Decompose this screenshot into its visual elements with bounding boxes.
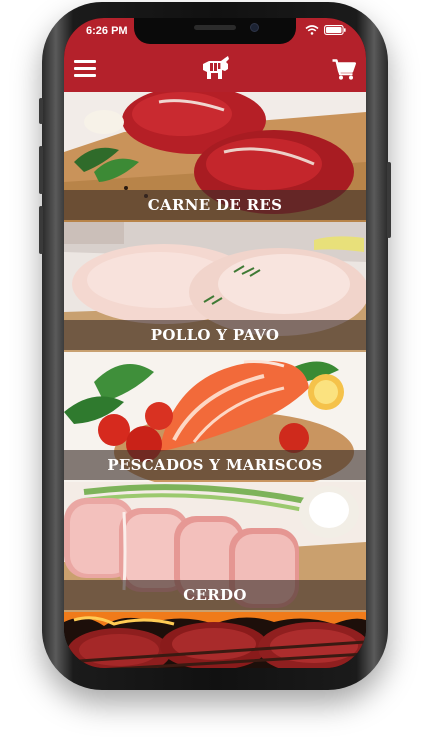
category-tile-pollo-y-pavo[interactable]: POLLO Y PAVO [64, 222, 366, 352]
bull-logo-icon [195, 55, 235, 83]
status-time: 6:26 PM [86, 25, 128, 37]
category-list: CARNE DE RES POLLO Y PAVO PESCADOS Y MAR… [64, 92, 366, 668]
phone-power-button [387, 162, 391, 238]
front-camera [250, 23, 259, 32]
phone-volume-up-button [39, 146, 43, 194]
phone-side-button [39, 98, 43, 124]
category-tile-cerdo[interactable]: CERDO [64, 482, 366, 612]
speaker-grille [194, 25, 236, 30]
app-screen: 6:26 PM CARNE DE RES POLLO Y PAVO PESCAD… [64, 18, 366, 668]
wifi-icon [305, 25, 319, 35]
category-tile-partial[interactable] [64, 612, 366, 668]
category-label: CERDO [64, 580, 366, 610]
category-label: PESCADOS Y MARISCOS [64, 450, 366, 480]
phone-volume-down-button [39, 206, 43, 254]
category-tile-pescados-y-mariscos[interactable]: PESCADOS Y MARISCOS [64, 352, 366, 482]
hamburger-menu-icon[interactable] [74, 60, 96, 77]
grilled-steak-photo [64, 612, 366, 668]
category-tile-carne-de-res[interactable]: CARNE DE RES [64, 92, 366, 222]
category-label: CARNE DE RES [64, 190, 366, 220]
shopping-cart-icon[interactable] [332, 59, 356, 80]
notch [134, 18, 296, 44]
category-label: POLLO Y PAVO [64, 320, 366, 350]
status-icons [305, 25, 346, 35]
battery-icon [324, 25, 346, 35]
